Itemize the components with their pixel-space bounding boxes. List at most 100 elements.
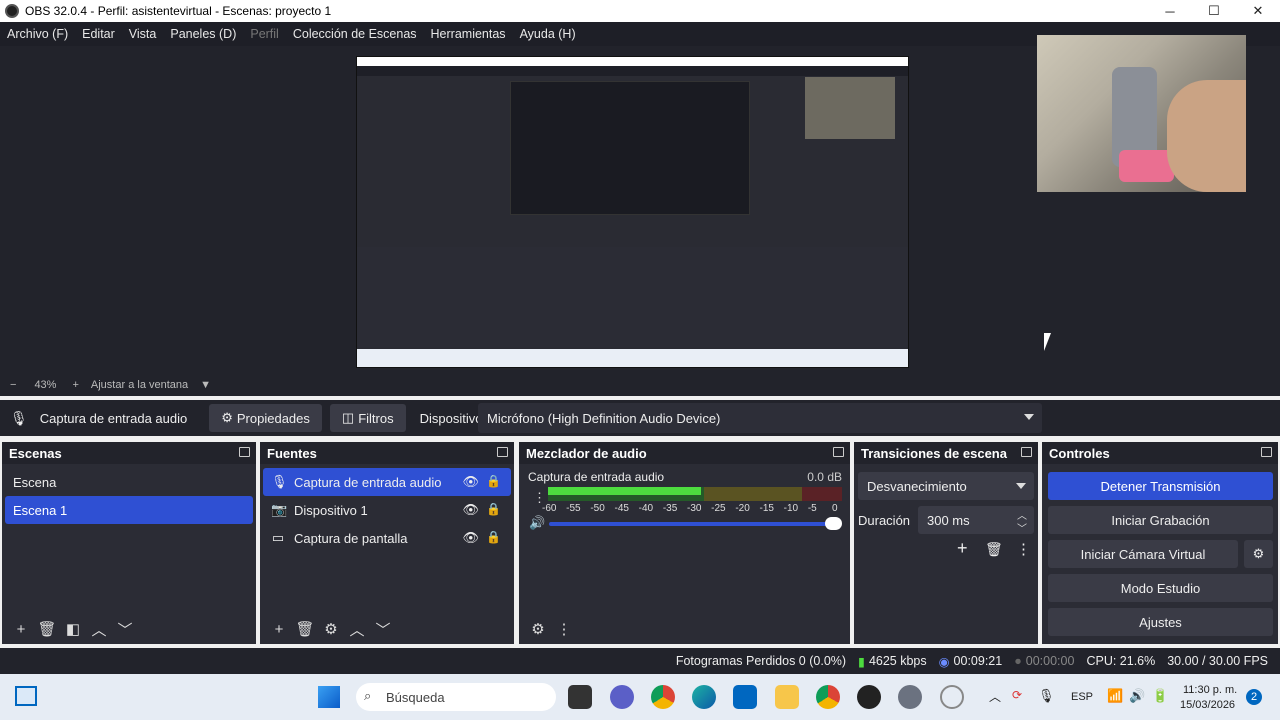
file-explorer-dark-icon[interactable] — [568, 685, 592, 709]
stop-streaming-button[interactable]: Detener Transmisión — [1048, 472, 1273, 500]
clock-date[interactable]: 15/03/2026 — [1180, 699, 1235, 711]
lock-icon[interactable]: 🔒 — [486, 502, 501, 516]
studio-mode-button[interactable]: Modo Estudio — [1048, 574, 1273, 602]
start-recording-button[interactable]: Iniciar Grabación — [1048, 506, 1273, 534]
wifi-icon[interactable]: 📶 — [1107, 688, 1123, 704]
menu-herramientas[interactable]: Herramientas — [424, 27, 513, 41]
menu-perfil[interactable]: Perfil — [243, 27, 285, 41]
source-item-audio-capture[interactable]: 🎙 Captura de entrada audio 👁 🔒 — [263, 468, 511, 496]
speaker-icon[interactable]: 🔊 — [529, 515, 545, 531]
undock-icon[interactable] — [1261, 447, 1272, 457]
chevron-down-icon — [1024, 414, 1034, 420]
menu-editar[interactable]: Editar — [75, 27, 122, 41]
device-label: Dispositivo — [419, 410, 483, 426]
virtual-camera-settings-icon[interactable]: ⚙ — [1244, 540, 1273, 568]
menu-vista[interactable]: Vista — [122, 27, 164, 41]
duration-stepper[interactable]: 300 ms ︿ ﹀ — [918, 506, 1034, 535]
zoom-in-button[interactable]: + — [72, 379, 78, 391]
visibility-eye-icon[interactable]: 👁 — [462, 474, 479, 490]
source-item-screen-capture[interactable]: ▭ Captura de pantalla 👁 🔒 — [263, 524, 511, 552]
minimize-button[interactable]: ─ — [1148, 0, 1192, 22]
battery-icon[interactable]: 🔋 — [1152, 688, 1168, 704]
visibility-eye-icon[interactable]: 👁 — [462, 530, 479, 546]
obs-taskbar-icon[interactable] — [857, 685, 881, 709]
device-select[interactable]: Micrófono (High Definition Audio Device) — [478, 403, 1042, 433]
start-virtual-camera-button[interactable]: Iniciar Cámara Virtual — [1048, 540, 1238, 568]
trash-icon[interactable]: 🗑 — [292, 619, 318, 639]
tray-microphone-icon[interactable]: 🎙 — [1038, 688, 1055, 704]
transition-select[interactable]: Desvanecimiento — [858, 472, 1034, 500]
volume-icon[interactable]: 🔊 — [1129, 688, 1145, 704]
gear-icon[interactable]: ⚙ — [318, 619, 344, 639]
source-label: Captura de pantalla — [294, 530, 408, 546]
add-scene-icon[interactable]: + — [8, 619, 34, 639]
properties-button[interactable]: ⚙ Propiedades — [209, 404, 322, 432]
clock-time[interactable]: 11:30 p. m. — [1183, 684, 1237, 696]
maximize-button[interactable]: ☐ — [1192, 0, 1236, 22]
settings-gear-icon[interactable] — [898, 685, 922, 709]
widgets-icon[interactable] — [15, 686, 37, 706]
advanced-audio-icon[interactable]: ⚙ — [525, 619, 551, 639]
menu-archivo[interactable]: Archivo (F) — [0, 27, 75, 41]
folder-icon[interactable] — [775, 685, 799, 709]
selected-source-name: Captura de entrada audio — [39, 410, 188, 426]
stepper-down-icon[interactable]: ﹀ — [1017, 520, 1027, 535]
undock-icon[interactable] — [833, 447, 844, 457]
volume-slider-handle[interactable] — [825, 517, 842, 530]
properties-label: Propiedades — [236, 410, 310, 426]
mixer-db-value: 0.0 dB — [807, 470, 842, 484]
close-button[interactable]: ✕ — [1236, 0, 1280, 22]
scene-item-selected[interactable]: Escena 1 — [5, 496, 253, 524]
bitrate: 4625 kbps — [868, 654, 927, 668]
visibility-eye-icon[interactable]: 👁 — [462, 502, 479, 518]
chevron-down-icon — [1016, 483, 1026, 489]
menu-paneles[interactable]: Paneles (D) — [163, 27, 243, 41]
lock-icon[interactable]: 🔒 — [486, 474, 501, 488]
scene-filters-icon[interactable]: ◧ — [60, 619, 86, 639]
menu-ayuda[interactable]: Ayuda (H) — [513, 27, 583, 41]
undock-icon[interactable] — [239, 447, 250, 457]
add-transition-icon[interactable]: + — [957, 538, 968, 559]
record-time: 00:00:00 — [1025, 654, 1075, 668]
chrome-icon[interactable] — [651, 685, 675, 709]
lock-icon[interactable]: 🔒 — [486, 530, 501, 544]
move-down-icon[interactable]: ﹀ — [370, 619, 396, 639]
move-up-icon[interactable]: ︿ — [86, 619, 112, 639]
tray-chevron-icon[interactable]: ︿ — [989, 688, 1001, 705]
sources-dock: Fuentes 🎙 Captura de entrada audio 👁 🔒 📷… — [260, 442, 514, 644]
edge-icon[interactable] — [692, 685, 716, 709]
trash-icon[interactable]: 🗑 — [34, 619, 60, 639]
filters-label: Filtros — [358, 410, 394, 426]
more-options-icon[interactable]: ⋮ — [1016, 540, 1031, 558]
zoom-out-button[interactable]: − — [10, 379, 16, 391]
zoom-dropdown-icon[interactable]: ▼ — [200, 379, 211, 391]
settings-button[interactable]: Ajustes — [1048, 608, 1273, 636]
taskbar-search[interactable]: ⌕ Búsqueda — [356, 683, 556, 711]
filters-button[interactable]: ◫ Filtros — [329, 404, 406, 432]
windows-start-icon[interactable] — [318, 686, 340, 708]
move-up-icon[interactable]: ︿ — [344, 619, 370, 639]
trash-icon[interactable]: 🗑 — [985, 541, 1003, 558]
undock-icon[interactable] — [497, 447, 508, 457]
chrome-profile-icon[interactable] — [816, 685, 840, 709]
camera-icon: 📷 — [271, 502, 288, 517]
tray-sync-icon[interactable]: ⟳ — [1012, 688, 1022, 702]
more-options-icon[interactable]: ⋮ — [551, 619, 577, 639]
menu-coleccion-escenas[interactable]: Colección de Escenas — [286, 27, 424, 41]
move-down-icon[interactable]: ﹀ — [112, 619, 138, 639]
volume-slider[interactable] — [549, 522, 836, 526]
fit-to-window[interactable]: Ajustar a la ventana — [91, 379, 188, 391]
source-item-device[interactable]: 📷 Dispositivo 1 👁 🔒 — [263, 496, 511, 524]
device-value: Micrófono (High Definition Audio Device) — [487, 410, 721, 426]
store-icon[interactable] — [733, 685, 757, 709]
notification-badge[interactable]: 2 — [1246, 689, 1262, 705]
language-indicator[interactable]: ESP — [1071, 691, 1093, 703]
meter-tick-label: -50 — [590, 503, 605, 514]
stream-icon: ◉ — [938, 654, 950, 669]
app-circle-icon[interactable] — [940, 685, 964, 709]
title-bar: OBS 32.0.4 - Perfil: asistentevirtual - … — [0, 0, 1280, 22]
teams-icon[interactable] — [610, 685, 634, 709]
add-source-icon[interactable]: + — [266, 619, 292, 639]
undock-icon[interactable] — [1021, 447, 1032, 457]
scene-item[interactable]: Escena — [5, 468, 253, 496]
